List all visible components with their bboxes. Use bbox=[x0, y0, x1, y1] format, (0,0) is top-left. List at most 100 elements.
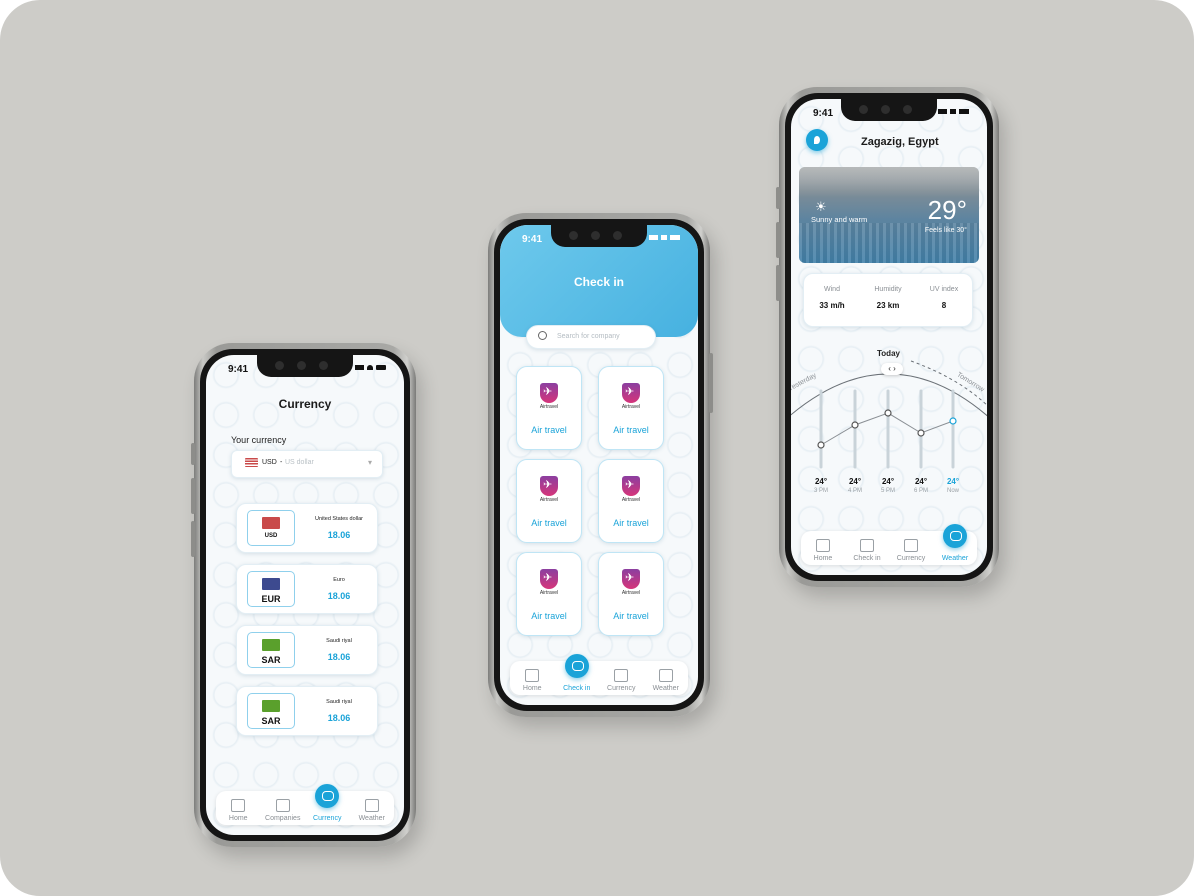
airtravel-logo-icon: Airtravel bbox=[599, 476, 663, 503]
hour-point[interactable] bbox=[817, 441, 825, 449]
mockup-stage: 9:41 Currency Your currency USD - US dol… bbox=[0, 0, 1194, 896]
stat-label: UV index bbox=[929, 286, 959, 293]
cloud-icon bbox=[658, 669, 673, 682]
currency-row[interactable]: SAR Saudi riyal 18.06 bbox=[236, 686, 378, 736]
nav-label: Check in bbox=[853, 555, 881, 562]
hour-time: 3 PM bbox=[813, 488, 828, 494]
chevron-down-icon: ▾ bbox=[367, 458, 372, 467]
phone-checkin: 9:41 Check in Search for company Home Che… bbox=[488, 213, 713, 717]
cloud-icon bbox=[364, 799, 379, 812]
nav-item-currency[interactable]: Currency bbox=[307, 784, 347, 822]
company-name: Air travel bbox=[531, 518, 567, 528]
hour-temp: 24° bbox=[881, 477, 895, 486]
currency-icon bbox=[904, 539, 918, 552]
company-name: Air travel bbox=[531, 425, 567, 435]
nav-item-check-in[interactable]: Check in bbox=[847, 539, 887, 562]
currency-icon bbox=[614, 669, 629, 682]
currency-value: 18.06 bbox=[327, 713, 351, 723]
nav-item-weather[interactable]: Weather bbox=[935, 524, 975, 562]
home-icon bbox=[231, 799, 246, 812]
nav-item-weather[interactable]: Weather bbox=[646, 669, 686, 692]
checkin-icon bbox=[860, 539, 874, 552]
airtravel-logo-icon: Airtravel bbox=[517, 476, 581, 503]
your-currency-label: Your currency bbox=[231, 435, 287, 445]
hour-point[interactable] bbox=[884, 409, 892, 417]
status-time: 9:41 bbox=[522, 234, 543, 245]
nav-item-currency[interactable]: Currency bbox=[891, 539, 931, 562]
nav-label: Currency bbox=[607, 685, 636, 692]
currency-flag-box: EUR bbox=[247, 571, 295, 607]
stat-value: 23 km bbox=[876, 301, 900, 310]
nav-label: Currency bbox=[313, 815, 342, 822]
nav-label: Companies bbox=[265, 815, 301, 822]
company-card[interactable]: Airtravel Air travel bbox=[516, 552, 582, 636]
currency-value: 18.06 bbox=[327, 652, 351, 662]
checkin-icon bbox=[564, 654, 589, 678]
company-logo-text: Airtravel bbox=[621, 590, 641, 596]
flag-icon bbox=[262, 578, 280, 590]
nav-label: Check in bbox=[563, 685, 591, 692]
search-bar[interactable]: Search for company bbox=[526, 325, 656, 349]
currency-code: SAR bbox=[261, 716, 281, 726]
stat-label: Humidity bbox=[874, 286, 902, 293]
hour-point[interactable] bbox=[949, 417, 957, 425]
hour-point[interactable] bbox=[917, 429, 925, 437]
selected-currency-name: US dollar bbox=[285, 459, 314, 466]
nav-item-companies[interactable]: Companies bbox=[263, 799, 303, 822]
hour-point[interactable] bbox=[851, 421, 859, 429]
nav-label: Weather bbox=[941, 555, 969, 562]
currency-name: Euro bbox=[333, 577, 345, 583]
company-card[interactable]: Airtravel Air travel bbox=[598, 459, 664, 543]
nav-item-currency[interactable]: Currency bbox=[601, 669, 641, 692]
weather-condition: Sunny and warm bbox=[811, 215, 868, 224]
location-pin-icon bbox=[814, 136, 820, 144]
nav-label: Home bbox=[813, 555, 833, 562]
bottom-nav: Home Check in Currency Weather bbox=[510, 654, 688, 695]
company-logo-text: Airtravel bbox=[621, 404, 641, 410]
nav-label: Currency bbox=[896, 555, 926, 562]
location-pin-button[interactable] bbox=[806, 129, 828, 151]
nav-label: Weather bbox=[358, 815, 385, 822]
nav-item-check-in[interactable]: Check in bbox=[557, 654, 597, 692]
nav-label: Home bbox=[522, 685, 542, 692]
currency-row[interactable]: SAR Saudi riyal 18.06 bbox=[236, 625, 378, 675]
cloud-icon bbox=[943, 524, 967, 548]
company-card[interactable]: Airtravel Air travel bbox=[516, 459, 582, 543]
weather-stat: Humidity 23 km bbox=[863, 286, 913, 310]
nav-item-home[interactable]: Home bbox=[512, 669, 552, 692]
company-card[interactable]: Airtravel Air travel bbox=[598, 366, 664, 450]
weather-stats-card: Wind 33 m/h Humidity 23 km UV index 8 bbox=[803, 273, 973, 327]
currency-row[interactable]: USD United States dollar 18.06 bbox=[236, 503, 378, 553]
us-flag-icon bbox=[245, 458, 258, 467]
status-icons bbox=[938, 109, 969, 114]
nav-item-home[interactable]: Home bbox=[803, 539, 843, 562]
status-time: 9:41 bbox=[228, 364, 249, 375]
feels-like: Feels like 30° bbox=[924, 227, 967, 234]
company-logo-text: Airtravel bbox=[539, 497, 559, 503]
company-name: Air travel bbox=[613, 425, 649, 435]
currency-select[interactable]: USD - US dollar ▾ bbox=[231, 450, 383, 478]
day-switch-button[interactable]: ‹ › bbox=[881, 363, 903, 375]
currency-flag-box: SAR bbox=[247, 632, 295, 668]
airtravel-logo-icon: Airtravel bbox=[599, 383, 663, 410]
currency-screen: 9:41 Currency Your currency USD - US dol… bbox=[206, 355, 404, 835]
today-label: Today bbox=[877, 349, 900, 358]
bottom-nav: Home Check in Currency Weather bbox=[801, 524, 977, 565]
weather-hero: ☀ Sunny and warm 29° Feels like 30° bbox=[799, 167, 979, 263]
currency-row[interactable]: EUR Euro 18.06 bbox=[236, 564, 378, 614]
company-name: Air travel bbox=[531, 611, 567, 621]
nav-item-home[interactable]: Home bbox=[218, 799, 258, 822]
company-card[interactable]: Airtravel Air travel bbox=[598, 552, 664, 636]
hour-time: 4 PM bbox=[847, 488, 862, 494]
nav-label: Home bbox=[228, 815, 248, 822]
weather-screen: 9:41 Zagazig, Egypt ☀ Sunny and warm 29°… bbox=[791, 99, 987, 575]
page-title: Check in bbox=[573, 275, 624, 289]
page-title: Currency bbox=[278, 397, 332, 411]
flag-icon bbox=[262, 517, 280, 529]
stat-label: Wind bbox=[824, 286, 840, 293]
bottom-nav: Home Companies Currency Weather bbox=[216, 784, 394, 825]
search-input[interactable]: Search for company bbox=[557, 333, 620, 340]
currency-flag-box: USD bbox=[247, 510, 295, 546]
company-card[interactable]: Airtravel Air travel bbox=[516, 366, 582, 450]
nav-item-weather[interactable]: Weather bbox=[352, 799, 392, 822]
